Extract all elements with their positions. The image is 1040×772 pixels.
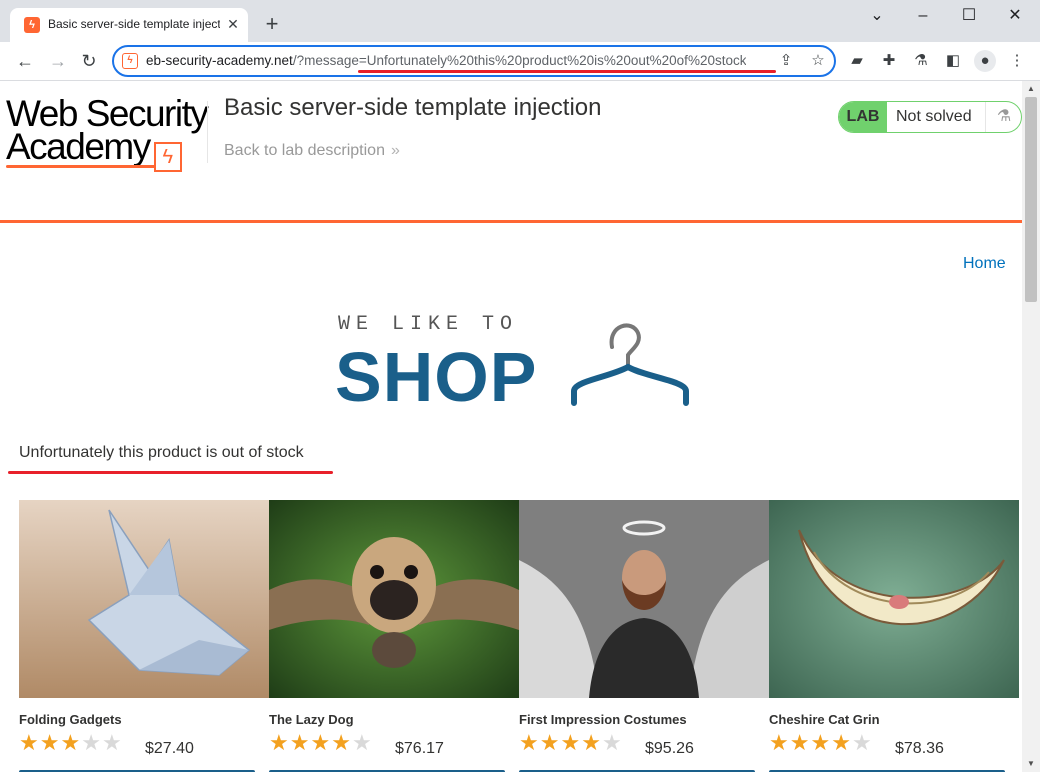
product-card[interactable]: Folding Gadgets ★★★★★ $27.40 [19,500,269,772]
close-window-button[interactable]: ✕ [1000,4,1030,28]
header-separator [0,220,1022,223]
coat-hanger-icon [571,323,689,406]
url-annotation-underline [358,70,776,73]
new-tab-button[interactable]: + [260,12,284,36]
star-filled-icon: ★ [39,730,61,755]
flask-icon: ⚗ [985,102,1021,132]
minimize-button[interactable]: – [908,4,938,28]
product-image-first-impression-costumes[interactable] [519,500,769,698]
star-filled-icon: ★ [769,730,790,755]
page-viewport: Web Security Academy ϟ Basic server-side … [0,81,1022,772]
star-filled-icon: ★ [60,730,82,755]
star-filled-icon: ★ [831,730,852,755]
extension-image-icon[interactable]: ▰ [846,50,868,72]
product-image-cheshire-cat-grin[interactable] [769,500,1019,698]
share-icon[interactable]: ⇪ [776,51,796,71]
product-name: Folding Gadgets [19,712,122,727]
back-button[interactable]: ← [12,48,38,74]
star-filled-icon: ★ [560,730,582,755]
star-empty-icon: ★ [351,730,373,755]
star-filled-icon: ★ [269,730,290,755]
web-security-academy-logo[interactable]: Web Security Academy ϟ [6,95,209,172]
profile-avatar-icon[interactable]: ● [974,50,996,72]
product-name: First Impression Costumes [519,712,687,727]
lab-status-text: Not solved [896,108,972,125]
product-price: $76.17 [395,740,444,757]
home-link[interactable]: Home [963,255,1006,273]
star-empty-icon: ★ [851,730,873,755]
lab-title: Basic server-side template injection [224,94,602,121]
lab-badge: LAB [839,102,887,132]
side-panel-icon[interactable]: ◧ [942,50,964,72]
lab-favicon-icon: ϟ [24,17,40,33]
lab-status-widget: LAB Not solved ⚗ [838,101,1022,133]
url-path: /?message=Unfortunately%20this%20product… [292,53,746,68]
star-filled-icon: ★ [789,730,811,755]
product-price: $27.40 [145,740,194,757]
product-name: The Lazy Dog [269,712,354,727]
logo-underline [6,165,156,168]
message-annotation-underline [8,471,333,474]
header-divider [207,101,208,163]
tab-strip: ϟ Basic server-side template injection ✕… [0,0,1040,42]
star-filled-icon: ★ [310,730,332,755]
close-tab-icon[interactable]: ✕ [224,15,242,33]
shop-word: SHOP [335,338,538,416]
product-image-folding-gadgets[interactable] [19,500,269,698]
star-filled-icon: ★ [19,730,40,755]
scroll-down-arrow-icon[interactable]: ▼ [1026,759,1036,769]
product-price: $95.26 [645,740,694,757]
product-card[interactable]: The Lazy Dog ★★★★★ $76.17 [269,500,519,772]
reload-button[interactable]: ↻ [76,48,102,74]
url-text[interactable]: eb-security-academy.net/?message=Unfortu… [146,53,746,71]
product-image-lazy-dog[interactable] [269,500,519,698]
scroll-up-arrow-icon[interactable]: ▲ [1026,84,1036,94]
star-empty-icon: ★ [101,730,123,755]
star-filled-icon: ★ [539,730,561,755]
site-info-icon[interactable]: ϟ [122,53,138,69]
star-filled-icon: ★ [581,730,602,755]
browser-tab[interactable]: ϟ Basic server-side template injection ✕ [10,8,248,42]
product-card[interactable]: First Impression Costumes ★★★★★ $95.26 [519,500,769,772]
star-empty-icon: ★ [601,730,623,755]
star-rating: ★★★★★ [769,732,873,754]
star-filled-icon: ★ [331,730,352,755]
logo-bolt-icon: ϟ [153,142,182,172]
back-to-lab-description-link[interactable]: Back to lab description » [224,142,400,160]
lab-extension-flask-icon[interactable]: ⚗ [910,50,932,72]
star-filled-icon: ★ [289,730,311,755]
star-filled-icon: ★ [810,730,832,755]
star-filled-icon: ★ [519,730,540,755]
logo-line-2-text: Academy [6,126,151,167]
maximize-button[interactable]: ☐ [954,4,984,28]
star-empty-icon: ★ [81,730,102,755]
stock-message: Unfortunately this product is out of sto… [19,444,304,461]
scrollbar-thumb[interactable] [1025,97,1037,302]
tab-title: Basic server-side template injection [48,17,220,31]
back-link-text: Back to lab description [224,142,385,159]
menu-kebab-icon[interactable]: ⋮ [1006,50,1028,72]
product-card[interactable]: Cheshire Cat Grin ★★★★★ $78.36 [769,500,1019,772]
star-rating: ★★★★★ [519,732,623,754]
shop-tagline: WE LIKE TO [338,313,519,336]
tab-search-chevron-icon[interactable]: ⌄ [862,4,892,28]
browser-toolbar: ← → ↻ ϟ eb-security-academy.net/?message… [0,42,1040,81]
bookmark-star-icon[interactable]: ☆ [808,51,828,71]
extensions-puzzle-icon[interactable]: ✚ [878,50,900,72]
star-rating: ★★★★★ [269,732,373,754]
product-price: $78.36 [895,740,944,757]
double-chevron-icon: » [390,142,400,159]
product-name: Cheshire Cat Grin [769,712,880,727]
forward-button[interactable]: → [45,48,71,74]
url-host: eb-security-academy.net [146,53,293,68]
star-rating: ★★★★★ [19,732,123,754]
vertical-scrollbar[interactable]: ▲ ▼ [1022,81,1040,772]
product-grid: Folding Gadgets ★★★★★ $27.40 The Lazy Do… [19,500,1022,772]
we-like-to-shop-logo: WE LIKE TO SHOP [330,307,700,417]
